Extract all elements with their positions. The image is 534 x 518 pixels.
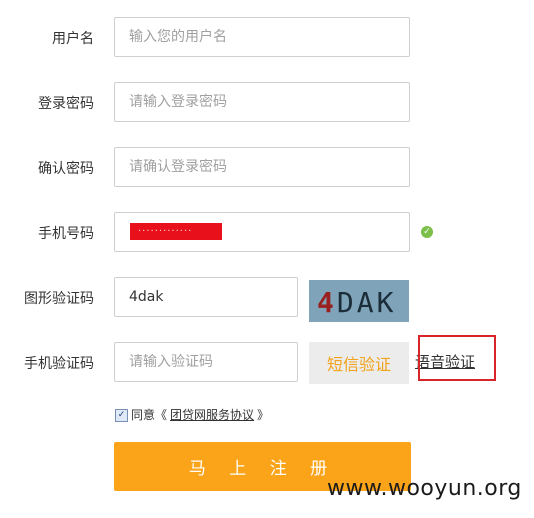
password-label: 登录密码	[38, 96, 94, 112]
send-sms-button[interactable]: 短信验证	[309, 342, 409, 384]
confirm-password-label: 确认密码	[38, 161, 94, 177]
phone-label: 手机号码	[38, 226, 94, 242]
username-input[interactable]	[114, 17, 410, 57]
sms-code-input[interactable]	[114, 342, 298, 382]
confirm-password-input[interactable]	[114, 147, 410, 187]
captcha-letters: DAK	[336, 286, 397, 319]
agreement-checkbox[interactable]: ✓	[115, 408, 128, 422]
phone-redacted-value: ·············	[138, 226, 193, 237]
agreement-link[interactable]: 团贷网服务协议	[170, 406, 254, 424]
agreement-suffix: 》	[257, 408, 270, 422]
captcha-input[interactable]	[114, 277, 298, 317]
username-label: 用户名	[52, 31, 94, 47]
password-input[interactable]	[114, 82, 410, 122]
check-icon: ✓	[421, 226, 433, 238]
captcha-label: 图形验证码	[24, 291, 94, 307]
agreement-prefix: 同意《	[131, 408, 168, 422]
captcha-digit: 4	[317, 286, 337, 319]
highlight-box	[418, 335, 496, 381]
agreement-row: ✓ 同意《 团贷网服务协议 》	[115, 406, 269, 424]
captcha-image[interactable]: 4DAK	[309, 280, 409, 322]
sms-code-label: 手机验证码	[24, 356, 94, 372]
watermark: www.wooyun.org	[327, 476, 522, 501]
